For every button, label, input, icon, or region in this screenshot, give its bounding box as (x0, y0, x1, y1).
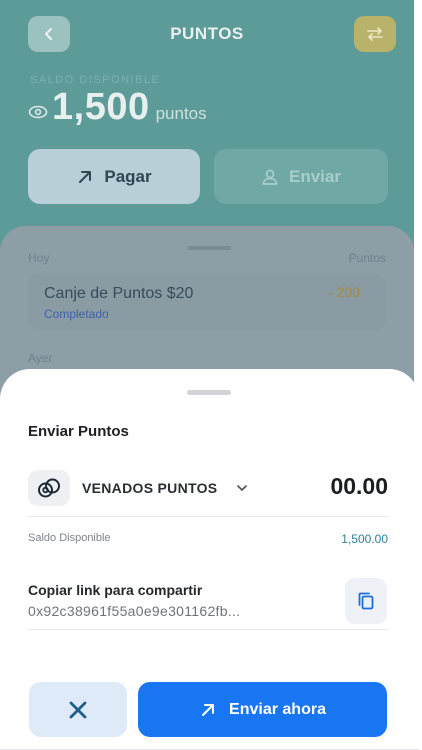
pay-label: Pagar (104, 166, 152, 186)
divider (28, 629, 388, 630)
token-selector[interactable]: VENADOS PUNTOS (82, 480, 217, 496)
arrow-up-right-icon (202, 703, 215, 716)
yesterday-label: Ayer (28, 351, 53, 365)
balance-display: 1,500 puntos (28, 86, 207, 129)
send-points-sheet: Enviar Puntos VENADOS PUNTOS Saldo Dispo… (0, 369, 419, 750)
chevron-down-icon[interactable] (236, 483, 248, 493)
swap-arrows-icon (367, 27, 383, 41)
send-now-label: Enviar ahora (229, 700, 326, 718)
sheet-title: Enviar Puntos (28, 423, 129, 440)
close-icon (69, 701, 87, 718)
user-icon (262, 169, 278, 185)
points-header: Puntos (348, 251, 386, 265)
drag-handle[interactable] (187, 246, 231, 250)
sheet-handle[interactable] (187, 390, 231, 395)
amount-input[interactable] (280, 473, 388, 500)
available-label: Saldo Disponible (28, 532, 111, 544)
cancel-button[interactable] (29, 682, 127, 737)
page-title: PUNTOS (170, 24, 244, 43)
copy-icon (358, 592, 374, 610)
balance-value: 1,500 (52, 86, 150, 128)
copy-button[interactable] (345, 578, 387, 624)
send-now-button[interactable]: Enviar ahora (138, 682, 387, 737)
balance-unit: puntos (155, 104, 207, 123)
pay-button[interactable]: Pagar (28, 149, 200, 204)
share-link-address: 0x92c38961f55a0e9e301162fb... (28, 603, 241, 619)
divider (28, 516, 388, 517)
transaction-title: Canje de Puntos $20 (44, 285, 194, 302)
linked-coins-icon (38, 478, 60, 498)
transaction-status: Completado (44, 307, 109, 321)
balance-label: SALDO DISPONIBLE (30, 74, 161, 86)
transaction-amount: - 200 (328, 284, 360, 300)
transaction-card[interactable]: Canje de Puntos $20 Completado - 200 (28, 274, 386, 330)
swap-button[interactable] (354, 16, 396, 52)
available-value: 1,500.00 (341, 532, 388, 546)
today-label: Hoy (28, 251, 50, 265)
arrow-up-right-icon (79, 170, 92, 183)
send-label: Enviar (289, 166, 341, 186)
share-link-label: Copiar link para compartir (28, 582, 203, 598)
send-button[interactable]: Enviar (214, 149, 388, 204)
token-icon-box[interactable] (28, 470, 70, 506)
eye-icon[interactable] (28, 105, 48, 119)
